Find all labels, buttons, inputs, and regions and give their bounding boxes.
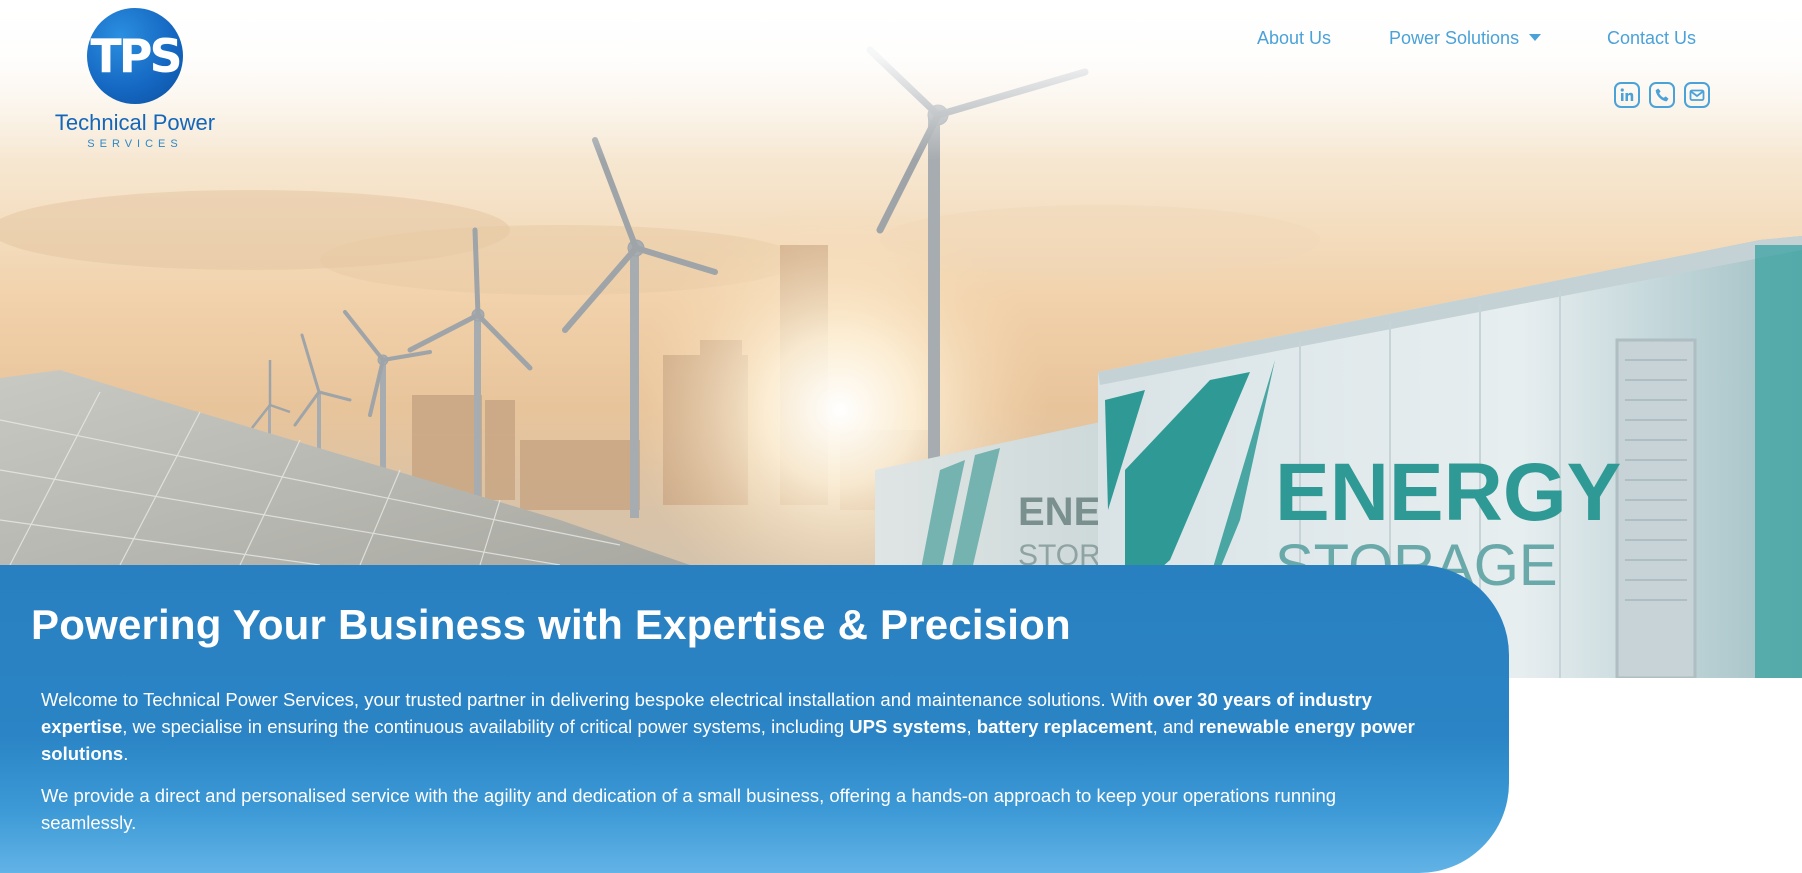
logo-subtitle: SERVICES: [87, 138, 183, 150]
nav-power-solutions[interactable]: Power Solutions: [1389, 28, 1542, 49]
svg-text:ENERGY: ENERGY: [1275, 447, 1621, 538]
intro-card: Powering Your Business with Expertise & …: [0, 565, 1509, 873]
phone-icon[interactable]: [1649, 82, 1675, 108]
email-icon[interactable]: [1684, 82, 1710, 108]
linkedin-icon[interactable]: [1614, 82, 1640, 108]
main-nav: About Us Power Solutions Contact Us: [0, 28, 1802, 52]
nav-about-us[interactable]: About Us: [1257, 28, 1331, 49]
logo-name: Technical Power: [54, 110, 216, 135]
intro-paragraph-1: Welcome to Technical Power Services, you…: [41, 689, 1415, 764]
nav-contact-us[interactable]: Contact Us: [1607, 28, 1696, 49]
chevron-down-icon: [1529, 34, 1542, 41]
page-heading: Powering Your Business with Expertise & …: [31, 601, 1071, 648]
intro-paragraph-2: We provide a direct and personalised ser…: [41, 785, 1337, 833]
logo-badge: TPS: [87, 8, 183, 104]
hero-top-fade: [0, 0, 1802, 160]
nav-power-solutions-label: Power Solutions: [1389, 28, 1520, 48]
